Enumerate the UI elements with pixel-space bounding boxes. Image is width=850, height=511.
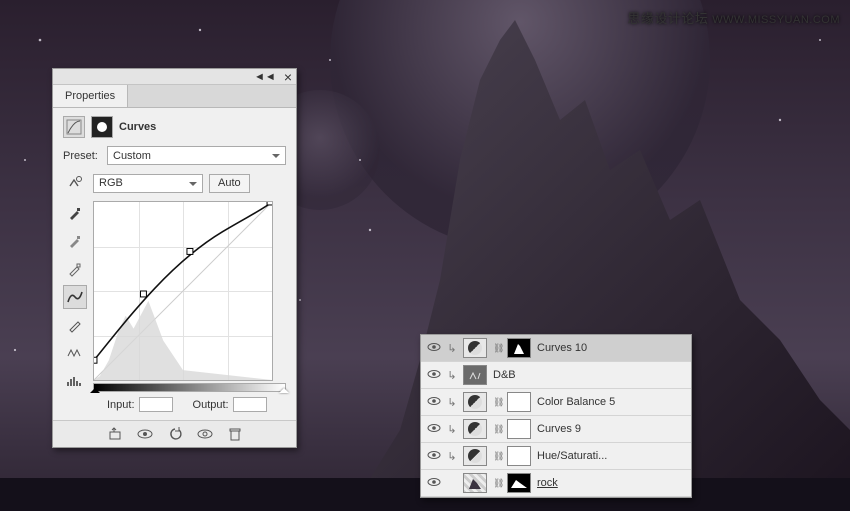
pencil-tool-icon[interactable]	[63, 313, 87, 337]
layers-panel: ↳ ⛓ Curves 10 ↳ D&B ↳ ⛓ Color Balance 5 ↳ ⛓ Curves…	[420, 334, 692, 498]
layer-thumbnail[interactable]	[463, 473, 487, 493]
visibility-toggle-icon[interactable]	[427, 477, 441, 490]
clip-indicator-icon: ↳	[447, 369, 457, 382]
visibility-toggle-icon[interactable]	[427, 396, 441, 409]
histogram-icon[interactable]	[63, 369, 87, 393]
link-icon[interactable]: ⛓	[493, 424, 501, 435]
link-icon[interactable]: ⛓	[493, 397, 501, 408]
curves-graph[interactable]	[93, 201, 273, 381]
layer-row[interactable]: ↳ ⛓ Curves 10	[421, 335, 691, 362]
smooth-tool-icon[interactable]	[63, 341, 87, 365]
eyedropper-grey-icon[interactable]	[63, 229, 87, 253]
mask-icon	[91, 116, 113, 138]
properties-panel: ◄◄ × Properties Curves Preset: Custom RG…	[52, 68, 297, 448]
link-icon[interactable]: ⛓	[493, 343, 501, 354]
layer-row[interactable]: ↳ ⛓ Color Balance 5	[421, 389, 691, 416]
channel-select[interactable]: RGB	[93, 174, 203, 193]
collapse-icon[interactable]: ◄◄	[254, 71, 276, 83]
curve-tool-icon[interactable]	[63, 285, 87, 309]
layer-mask-thumbnail[interactable]	[507, 392, 531, 412]
reset-icon[interactable]	[167, 426, 183, 442]
link-icon[interactable]: ⛓	[493, 478, 501, 489]
input-label: Input:	[107, 399, 135, 411]
delete-icon[interactable]	[227, 426, 243, 442]
layer-row[interactable]: ↳ D&B	[421, 362, 691, 389]
output-field[interactable]	[233, 397, 267, 412]
watermark: 思缘设计论坛 WWW.MISSYUAN.COM	[627, 8, 840, 27]
watermark-cn: 思缘设计论坛	[627, 11, 708, 26]
panel-titlebar: ◄◄ ×	[53, 69, 296, 85]
target-adjust-icon[interactable]	[63, 171, 87, 195]
curve-line	[94, 202, 272, 380]
sampler-tools	[63, 201, 87, 393]
clip-to-layer-icon[interactable]	[107, 426, 123, 442]
clip-indicator-icon: ↳	[447, 396, 457, 409]
layer-mask-thumbnail[interactable]	[507, 473, 531, 493]
layer-thumbnail[interactable]	[463, 392, 487, 412]
layer-thumbnail[interactable]	[463, 338, 487, 358]
layer-row[interactable]: ↳ ⛓ Curves 9	[421, 416, 691, 443]
layer-name[interactable]: Curves 10	[537, 342, 685, 354]
layer-name[interactable]: Color Balance 5	[537, 396, 685, 408]
adjustment-title: Curves	[119, 121, 156, 133]
visibility-toggle-icon[interactable]	[427, 342, 441, 355]
layer-thumbnail[interactable]	[463, 365, 487, 385]
layer-row[interactable]: ↳ ⛓ Hue/Saturati...	[421, 443, 691, 470]
layer-mask-thumbnail[interactable]	[507, 446, 531, 466]
adjustment-header: Curves	[63, 116, 286, 138]
layer-name[interactable]: rock	[537, 477, 685, 489]
watermark-url: WWW.MISSYUAN.COM	[712, 14, 840, 26]
clip-indicator-icon: ↳	[447, 423, 457, 436]
visibility-toggle-icon[interactable]	[427, 423, 441, 436]
layer-name[interactable]: Curves 9	[537, 423, 685, 435]
layer-mask-thumbnail[interactable]	[507, 338, 531, 358]
preset-label: Preset:	[63, 150, 101, 162]
panel-footer	[53, 420, 296, 447]
layer-thumbnail[interactable]	[463, 446, 487, 466]
auto-button[interactable]: Auto	[209, 174, 250, 193]
clip-indicator-icon: ↳	[447, 450, 457, 463]
preset-select[interactable]: Custom	[107, 146, 286, 165]
clip-indicator-icon: ↳	[447, 342, 457, 355]
eyedropper-black-icon[interactable]	[63, 201, 87, 225]
layer-mask-thumbnail[interactable]	[507, 419, 531, 439]
view-previous-icon[interactable]	[137, 426, 153, 442]
visibility-toggle-icon[interactable]	[427, 369, 441, 382]
close-icon[interactable]: ×	[284, 69, 292, 85]
layer-name[interactable]: Hue/Saturati...	[537, 450, 685, 462]
link-icon[interactable]: ⛓	[493, 451, 501, 462]
input-output-row: Input: Output:	[63, 393, 286, 416]
curves-icon	[63, 116, 85, 138]
visibility-icon[interactable]	[197, 426, 213, 442]
tab-properties[interactable]: Properties	[53, 85, 128, 107]
panel-tabs: Properties	[53, 85, 296, 108]
input-field[interactable]	[139, 397, 173, 412]
layer-thumbnail[interactable]	[463, 419, 487, 439]
layer-row[interactable]: ⛓ rock	[421, 470, 691, 497]
layer-name[interactable]: D&B	[493, 369, 685, 381]
eyedropper-white-icon[interactable]	[63, 257, 87, 281]
input-gradient-slider[interactable]	[93, 383, 286, 392]
output-label: Output:	[193, 399, 229, 411]
visibility-toggle-icon[interactable]	[427, 450, 441, 463]
